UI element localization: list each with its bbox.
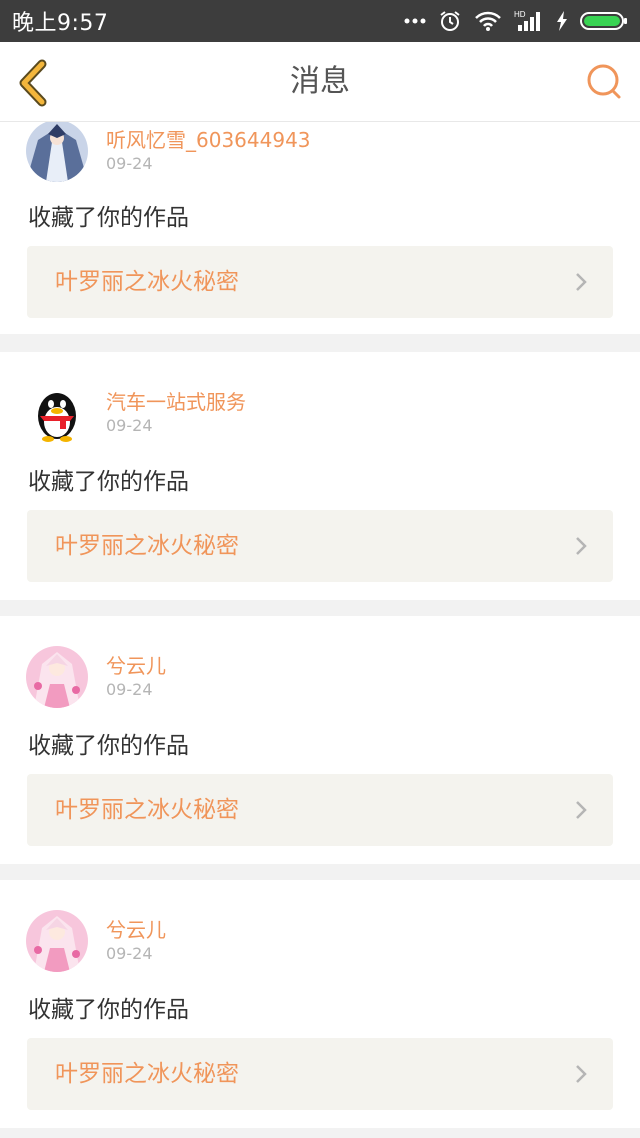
message-card: 听风忆雪_603644943 09-24 收藏了你的作品 叶罗丽之冰火秘密	[0, 122, 640, 334]
chevron-right-icon	[576, 801, 587, 819]
search-icon	[587, 64, 621, 99]
nav-bar: 消息	[0, 42, 640, 122]
status-time: 晚上9:57	[12, 11, 109, 36]
chevron-right-icon	[576, 273, 587, 291]
work-link[interactable]: 叶罗丽之冰火秘密	[27, 1038, 613, 1110]
status-bar: 晚上9:57 HD	[0, 0, 640, 42]
search-button[interactable]	[584, 62, 624, 102]
wifi-icon	[475, 11, 501, 31]
action-text: 收藏了你的作品	[28, 733, 189, 759]
chevron-right-icon	[576, 1065, 587, 1083]
anime-blue-avatar	[26, 122, 88, 182]
user-name[interactable]: 兮云儿	[106, 650, 166, 679]
post-date: 09-24	[106, 944, 153, 963]
svg-text:HD: HD	[514, 10, 526, 19]
avatar[interactable]	[26, 122, 88, 182]
avatar[interactable]	[26, 382, 88, 444]
more-dots-icon	[404, 18, 426, 24]
post-date: 09-24	[106, 154, 153, 173]
chevron-left-icon	[19, 59, 47, 107]
work-link[interactable]: 叶罗丽之冰火秘密	[27, 774, 613, 846]
back-button[interactable]	[14, 58, 54, 108]
work-title: 叶罗丽之冰火秘密	[55, 533, 239, 559]
work-link[interactable]: 叶罗丽之冰火秘密	[27, 510, 613, 582]
action-text: 收藏了你的作品	[28, 469, 189, 495]
post-date: 09-24	[106, 416, 153, 435]
work-title: 叶罗丽之冰火秘密	[55, 797, 239, 823]
avatar[interactable]	[26, 910, 88, 972]
work-link[interactable]: 叶罗丽之冰火秘密	[27, 246, 613, 318]
chevron-right-icon	[576, 537, 587, 555]
anime-pink-avatar	[26, 646, 88, 708]
qq-penguin-avatar	[26, 382, 88, 444]
message-card: 兮云儿 09-24 收藏了你的作品 叶罗丽之冰火秘密	[0, 616, 640, 864]
action-text: 收藏了你的作品	[28, 205, 189, 231]
charging-icon	[557, 11, 567, 31]
message-card: 兮云儿 09-24 收藏了你的作品 叶罗丽之冰火秘密	[0, 880, 640, 1128]
hd-signal-icon: HD	[514, 10, 540, 31]
anime-pink-avatar	[26, 910, 88, 972]
user-name[interactable]: 汽车一站式服务	[106, 386, 246, 415]
work-title: 叶罗丽之冰火秘密	[55, 269, 239, 295]
action-text: 收藏了你的作品	[28, 997, 189, 1023]
alarm-icon	[440, 11, 460, 31]
post-date: 09-24	[106, 680, 153, 699]
avatar[interactable]	[26, 646, 88, 708]
status-icons: HD	[404, 9, 628, 33]
battery-icon	[580, 12, 627, 30]
message-list[interactable]: 听风忆雪_603644943 09-24 收藏了你的作品 叶罗丽之冰火秘密 汽车…	[0, 122, 640, 1138]
work-title: 叶罗丽之冰火秘密	[55, 1061, 239, 1087]
user-name[interactable]: 听风忆雪_603644943	[106, 124, 311, 153]
message-card: 汽车一站式服务 09-24 收藏了你的作品 叶罗丽之冰火秘密	[0, 352, 640, 600]
page-title: 消息	[290, 64, 350, 99]
user-name[interactable]: 兮云儿	[106, 914, 166, 943]
